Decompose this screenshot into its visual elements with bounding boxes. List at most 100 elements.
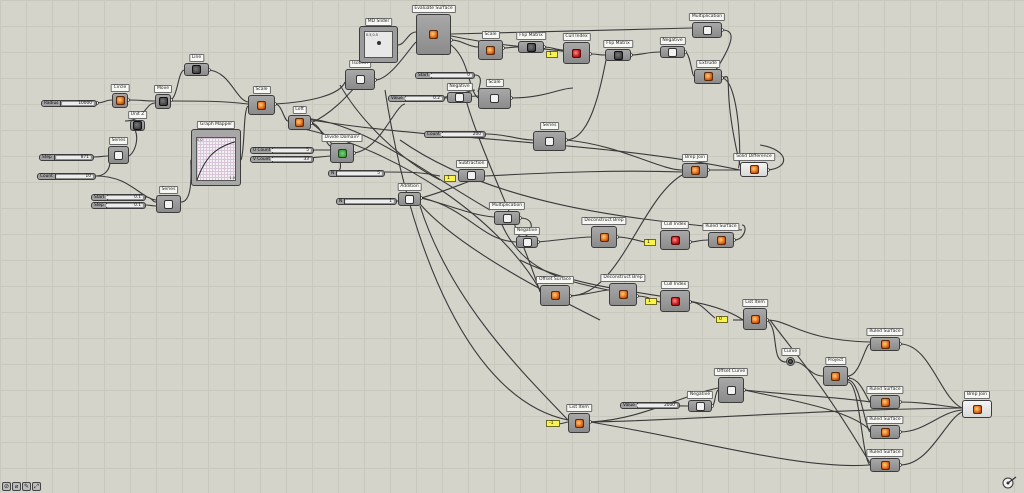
n5-slider[interactable]: N5 bbox=[328, 170, 385, 177]
zoom-extents-icon[interactable]: ⤢ bbox=[32, 482, 41, 491]
ruled1-caption: Ruled Surface bbox=[702, 223, 740, 231]
unitz-component[interactable]: Unit Z bbox=[127, 111, 148, 131]
preview-off-icon[interactable]: ⊘ bbox=[2, 482, 11, 491]
md-slider[interactable]: 0.5,0.5 MD Slider bbox=[359, 18, 398, 63]
slider-label: Value bbox=[621, 403, 638, 408]
panel-3[interactable]: 1 bbox=[644, 239, 656, 246]
panel-1[interactable]: 1 bbox=[546, 51, 558, 58]
ruled5-caption: Ruled Surface bbox=[866, 449, 904, 457]
negative2-caption: Negative bbox=[446, 83, 473, 91]
ruled4-component[interactable]: Ruled Surface bbox=[866, 416, 904, 439]
subtraction-component[interactable]: Subtraction bbox=[455, 160, 488, 182]
count-slider[interactable]: Count 10 bbox=[37, 173, 96, 180]
ruled2-component[interactable]: Ruled Surface bbox=[866, 328, 904, 351]
ruled1-component[interactable]: Ruled Surface bbox=[702, 223, 740, 248]
slider-label: Count bbox=[38, 174, 56, 179]
ruled5-component[interactable]: Ruled Surface bbox=[866, 449, 904, 472]
navigation-compass-icon[interactable] bbox=[1002, 475, 1018, 489]
graph-mapper-plot[interactable] bbox=[196, 137, 236, 181]
line-component[interactable]: Line bbox=[184, 54, 209, 76]
n1-slider[interactable]: N1 bbox=[336, 198, 397, 205]
graph-mapper[interactable]: 0.0 1.0 Graph Mapper bbox=[191, 121, 241, 186]
slider-label: U Count bbox=[251, 148, 274, 153]
grasshopper-canvas[interactable]: Circle Move Line Unit Z Series Series Sc… bbox=[0, 0, 1024, 493]
panel-5[interactable]: 0 bbox=[716, 316, 728, 323]
list-item-icon bbox=[574, 418, 584, 428]
mult1-component[interactable]: Multiplication bbox=[688, 13, 726, 38]
project-component[interactable]: Project bbox=[823, 357, 848, 386]
sketch-icon[interactable]: ✎ bbox=[22, 482, 31, 491]
cullindex3-component[interactable]: Cull Index bbox=[660, 281, 690, 312]
cull-index-icon bbox=[670, 235, 680, 245]
step-slider[interactable]: Step 871 bbox=[39, 154, 94, 161]
panel-4[interactable]: 1 bbox=[645, 298, 657, 305]
curve-component[interactable]: Curve bbox=[780, 348, 801, 366]
circle-component[interactable]: Circle bbox=[110, 84, 130, 108]
extrude-component[interactable]: Extrude bbox=[694, 60, 722, 84]
flip-matrix-icon bbox=[526, 42, 536, 52]
radius-slider[interactable]: Radius 10000 bbox=[41, 100, 97, 107]
solid-difference-icon bbox=[749, 165, 759, 174]
series-icon bbox=[164, 199, 173, 209]
vcount-slider[interactable]: V Count 33 bbox=[250, 156, 314, 163]
start-slider[interactable]: Start 0.1 bbox=[91, 194, 146, 201]
ucount-slider[interactable]: U Count 5 bbox=[250, 147, 314, 154]
soliddiff-component[interactable]: Solid Difference bbox=[733, 153, 775, 177]
graph-mapper-max: 1.0 bbox=[229, 176, 235, 180]
slider-label: N bbox=[329, 171, 338, 176]
offsetsurf-caption: Offset Surface bbox=[535, 276, 575, 284]
slider-track[interactable] bbox=[271, 149, 311, 152]
mult2-caption: Multiplication bbox=[488, 202, 526, 210]
mult2-component[interactable]: Multiplication bbox=[488, 202, 526, 225]
slider-track[interactable] bbox=[430, 74, 472, 77]
slider-track[interactable] bbox=[345, 200, 394, 203]
scale2-component[interactable]: Scale bbox=[478, 31, 503, 60]
panel-2[interactable]: 1 bbox=[444, 175, 456, 182]
negative3-component[interactable]: Negative bbox=[513, 227, 541, 248]
vector-icon bbox=[133, 121, 142, 130]
isotrim-component[interactable]: Isotrim bbox=[345, 60, 375, 90]
brepjoin2-component[interactable]: Brep Join bbox=[962, 391, 992, 418]
step2-slider[interactable]: Step 0.1 bbox=[91, 202, 146, 209]
preview-wire-icon[interactable]: ⌀ bbox=[12, 482, 21, 491]
md-slider-handle[interactable] bbox=[376, 41, 381, 46]
slider-track[interactable] bbox=[337, 172, 382, 175]
value-slider[interactable]: Value 0.2 bbox=[388, 95, 445, 102]
offsetsurf-component[interactable]: Offset Surface bbox=[535, 276, 575, 306]
count2-slider[interactable]: Count 200 bbox=[424, 131, 486, 138]
listitem1-component[interactable]: List Item bbox=[742, 299, 768, 330]
slider-label: Step bbox=[40, 155, 55, 160]
cull-index-icon bbox=[670, 296, 680, 306]
deconstruct-brep-icon bbox=[599, 232, 609, 242]
divdomain-component[interactable]: Divide Domain² bbox=[321, 134, 363, 163]
slider-value: 0 bbox=[467, 73, 470, 78]
flipmatrix1-component[interactable]: Flip Matrix bbox=[516, 32, 546, 53]
series3-component[interactable]: Series bbox=[533, 122, 566, 151]
panel-6[interactable]: -1 bbox=[546, 420, 560, 427]
negative2-component[interactable]: Negative bbox=[446, 83, 473, 103]
scale3-component[interactable]: Scale bbox=[478, 79, 511, 109]
flipmatrix2-component[interactable]: Flip Matrix bbox=[603, 40, 633, 61]
offset-curve-icon bbox=[726, 385, 736, 395]
decbrep2-component[interactable]: Deconstruct Brep bbox=[600, 274, 646, 306]
startval-slider[interactable]: Start 0 bbox=[415, 72, 475, 79]
negative1-component[interactable]: Negative bbox=[659, 37, 686, 58]
value2-slider[interactable]: Value 2000 bbox=[620, 402, 680, 409]
scale-icon bbox=[486, 45, 495, 55]
loft-component[interactable]: Loft bbox=[288, 106, 311, 130]
decbrep1-component[interactable]: Deconstruct Brep bbox=[581, 217, 627, 248]
cullindex2-component[interactable]: Cull Index bbox=[660, 221, 690, 250]
evalsurf-component[interactable]: Evaluate Surface bbox=[411, 5, 456, 55]
series1-component[interactable]: Series bbox=[108, 137, 129, 164]
negative4-component[interactable]: Negative bbox=[686, 391, 714, 412]
slider-value: 5 bbox=[306, 148, 309, 153]
cullindex1-component[interactable]: Cull Index bbox=[562, 33, 591, 64]
brepjoin1-component[interactable]: Brep Join bbox=[681, 154, 709, 178]
offsetcurve-component[interactable]: Offset Curve bbox=[713, 368, 749, 403]
addition-component[interactable]: Addition bbox=[397, 183, 422, 206]
series2-component[interactable]: Series bbox=[156, 186, 181, 213]
ruled3-component[interactable]: Ruled Surface bbox=[866, 386, 904, 409]
scale-component[interactable]: Scale bbox=[248, 86, 275, 115]
move-component[interactable]: Move bbox=[153, 85, 173, 109]
listitem2-component[interactable]: List Item bbox=[566, 404, 592, 433]
